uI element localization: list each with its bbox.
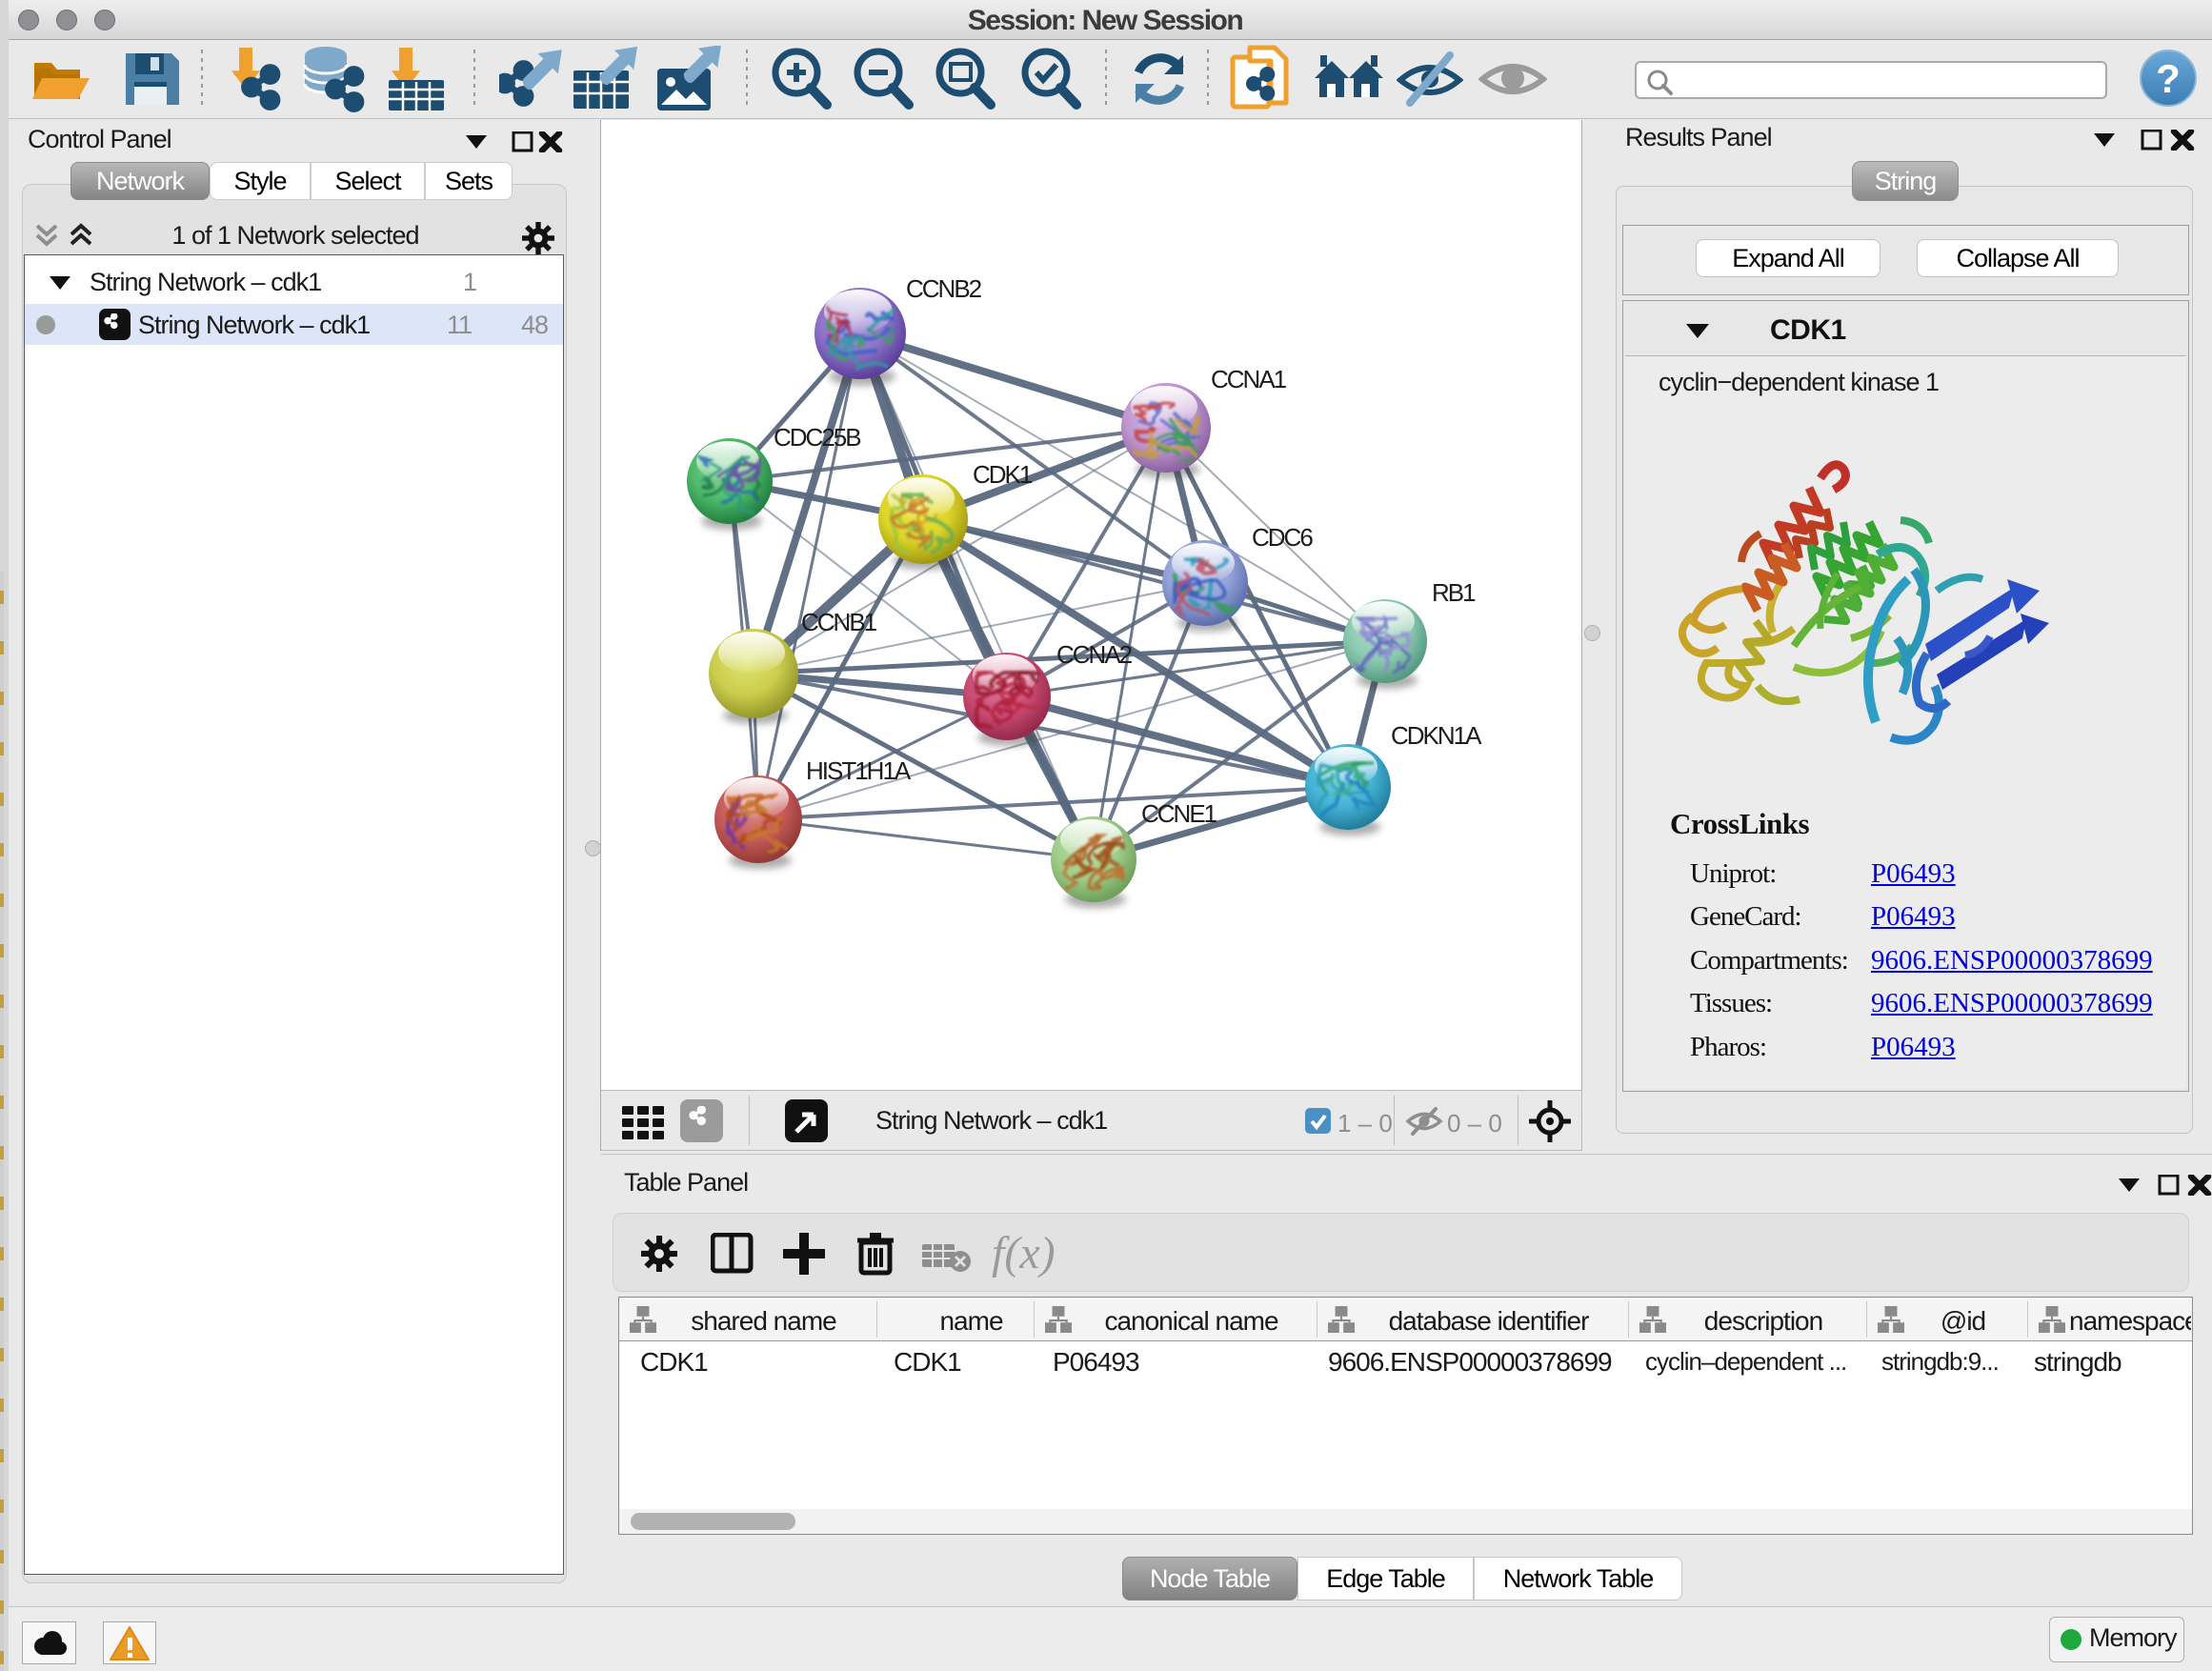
svg-text:CDC25B: CDC25B	[774, 423, 860, 452]
svg-text:CCNE1: CCNE1	[1141, 799, 1217, 828]
svg-text:CCNB1: CCNB1	[801, 608, 877, 636]
svg-text:CDC6: CDC6	[1252, 523, 1313, 552]
svg-text:CCNA1: CCNA1	[1211, 365, 1287, 393]
svg-text:RB1: RB1	[1432, 578, 1476, 607]
svg-text:CDKN1A: CDKN1A	[1391, 721, 1482, 750]
svg-text:CCNA2: CCNA2	[1056, 640, 1133, 669]
svg-text:CDK1: CDK1	[973, 460, 1033, 489]
svg-text:HIST1H1A: HIST1H1A	[806, 756, 912, 785]
svg-text:CCNB2: CCNB2	[906, 274, 982, 303]
